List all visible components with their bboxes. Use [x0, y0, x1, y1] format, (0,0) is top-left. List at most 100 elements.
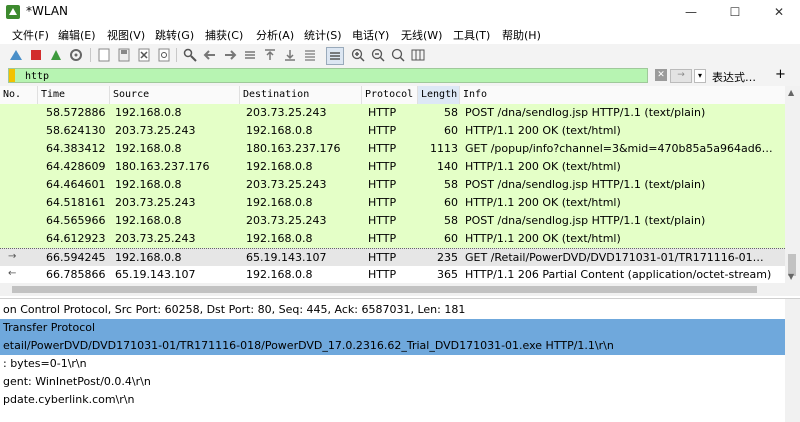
open-file-icon[interactable]	[96, 47, 112, 63]
find-packet-icon[interactable]	[182, 47, 198, 63]
cell-time: 64.428609	[46, 160, 106, 173]
column-header-time[interactable]: Time	[38, 86, 110, 104]
go-to-packet-icon[interactable]	[242, 47, 258, 63]
toolbar-separator	[176, 48, 177, 62]
column-header-info[interactable]: Info	[460, 86, 785, 104]
column-header-length[interactable]: Length	[418, 86, 460, 104]
table-row[interactable]: 64.428609 180.163.237.176 192.168.0.8 HTTP 1…	[0, 158, 785, 177]
menu-telephony[interactable]: 电话(Y)	[352, 27, 389, 43]
detail-tree-item[interactable]: pdate.cyberlink.com\r\n	[0, 391, 785, 409]
cell-length: 60	[444, 232, 458, 245]
detail-tree-item[interactable]: gent: WinInetPost/0.0.4\r\n	[0, 373, 785, 391]
cell-time: 64.612923	[46, 232, 106, 245]
cell-time: 64.518161	[46, 196, 106, 209]
detail-tree-item[interactable]: on Control Protocol, Src Port: 60258, Ds…	[0, 301, 785, 319]
save-file-icon[interactable]	[116, 47, 132, 63]
detail-tree-item[interactable]: : bytes=0-1\r\n	[0, 355, 785, 373]
table-row[interactable]: → 66.594245 192.168.0.8 65.19.143.107 HTTP 23…	[0, 248, 785, 268]
packet-list-scrollbar[interactable]: ▲ ▼	[785, 86, 800, 296]
menu-edit[interactable]: 编辑(E)	[58, 27, 96, 43]
cell-length: 60	[444, 196, 458, 209]
close-button[interactable]: ✕	[764, 2, 794, 22]
go-back-icon[interactable]	[202, 47, 218, 63]
menu-capture[interactable]: 捕获(C)	[205, 27, 243, 43]
packet-details-scrollbar[interactable]	[785, 299, 800, 422]
filter-bookmark-icon[interactable]	[9, 69, 15, 82]
display-filter-bar: http ✕ → ▾ 表达式… +	[0, 66, 800, 86]
cell-protocol: HTTP	[368, 178, 397, 191]
cell-protocol: HTTP	[368, 142, 397, 155]
table-row[interactable]: 64.565966 192.168.0.8 203.73.25.243 HTTP 58 P…	[0, 212, 785, 231]
cell-info: HTTP/1.1 200 OK (text/html)	[465, 124, 621, 137]
packet-list-hscrollbar[interactable]	[0, 283, 785, 296]
menu-file[interactable]: 文件(F)	[12, 27, 49, 43]
cell-source: 65.19.143.107	[115, 268, 196, 281]
table-row[interactable]: 58.624130 203.73.25.243 192.168.0.8 HTTP 60 H…	[0, 122, 785, 141]
cell-protocol: HTTP	[368, 251, 397, 264]
scroll-down-icon[interactable]: ▼	[788, 272, 794, 281]
table-row[interactable]: 64.612923 203.73.25.243 192.168.0.8 HTTP 60 H…	[0, 230, 785, 249]
auto-scroll-icon[interactable]	[302, 47, 318, 63]
close-file-icon[interactable]	[136, 47, 152, 63]
cell-source: 180.163.237.176	[115, 160, 210, 173]
apply-filter-button[interactable]: →	[670, 69, 692, 83]
cell-length: 60	[444, 124, 458, 137]
cell-source: 192.168.0.8	[115, 106, 182, 119]
table-row[interactable]: 64.518161 203.73.25.243 192.168.0.8 HTTP 60 H…	[0, 194, 785, 213]
minimize-button[interactable]: —	[676, 2, 706, 22]
column-header-protocol[interactable]: Protocol	[362, 86, 418, 104]
hscrollbar-thumb[interactable]	[12, 286, 757, 293]
column-header-destination[interactable]: Destination	[240, 86, 362, 104]
cell-destination: 192.168.0.8	[246, 124, 313, 137]
menu-bar: 文件(F) 编辑(E) 视图(V) 跳转(G) 捕获(C) 分析(A) 统计(S…	[0, 24, 800, 44]
cell-info: POST /dna/sendlog.jsp HTTP/1.1 (text/pla…	[465, 214, 706, 227]
zoom-out-icon[interactable]	[370, 47, 386, 63]
request-marker-icon: →	[8, 251, 17, 262]
shark-fin-start-icon[interactable]	[8, 47, 24, 63]
menu-statistics[interactable]: 统计(S)	[304, 27, 342, 43]
cell-time: 58.624130	[46, 124, 106, 137]
go-forward-icon[interactable]	[222, 47, 238, 63]
column-header-no[interactable]: No.	[0, 86, 38, 104]
cell-source: 192.168.0.8	[115, 251, 182, 264]
menu-help[interactable]: 帮助(H)	[502, 27, 541, 43]
filter-expression-button[interactable]: 表达式…	[712, 69, 756, 85]
cell-protocol: HTTP	[368, 232, 397, 245]
cell-destination: 192.168.0.8	[246, 232, 313, 245]
menu-tools[interactable]: 工具(T)	[453, 27, 490, 43]
add-filter-button[interactable]: +	[775, 67, 786, 82]
cell-time: 58.572886	[46, 106, 106, 119]
column-header-source[interactable]: Source	[110, 86, 240, 104]
zoom-in-icon[interactable]	[350, 47, 366, 63]
cell-time: 66.785866	[46, 268, 106, 281]
cell-length: 365	[437, 268, 458, 281]
reload-file-icon[interactable]	[156, 47, 172, 63]
maximize-button[interactable]: ☐	[720, 2, 750, 22]
main-toolbar	[0, 44, 800, 67]
stop-capture-icon[interactable]	[28, 47, 44, 63]
menu-go[interactable]: 跳转(G)	[155, 27, 194, 43]
table-row[interactable]: 64.464601 192.168.0.8 203.73.25.243 HTTP 58 P…	[0, 176, 785, 195]
table-row[interactable]: 58.572886 192.168.0.8 203.73.25.243 HTTP 58 P…	[0, 104, 785, 123]
menu-wireless[interactable]: 无线(W)	[401, 27, 442, 43]
detail-tree-item[interactable]: Transfer Protocol	[0, 319, 785, 337]
scroll-up-icon[interactable]: ▲	[788, 88, 794, 97]
wireshark-logo-icon	[6, 5, 20, 19]
cell-info: GET /Retail/PowerDVD/DVD171031-01/TR1711…	[465, 251, 764, 264]
capture-options-icon[interactable]	[68, 47, 84, 63]
colorize-icon[interactable]	[326, 47, 344, 65]
last-packet-icon[interactable]	[282, 47, 298, 63]
cell-info: POST /dna/sendlog.jsp HTTP/1.1 (text/pla…	[465, 106, 706, 119]
restart-capture-icon[interactable]	[48, 47, 64, 63]
filter-history-dropdown[interactable]: ▾	[694, 69, 706, 83]
detail-tree-item[interactable]: etail/PowerDVD/DVD171031-01/TR171116-018…	[0, 337, 785, 355]
clear-filter-icon[interactable]: ✕	[655, 69, 667, 81]
menu-analyze[interactable]: 分析(A)	[256, 27, 294, 43]
display-filter-input[interactable]: http	[8, 68, 648, 83]
cell-protocol: HTTP	[368, 160, 397, 173]
menu-view[interactable]: 视图(V)	[107, 27, 145, 43]
first-packet-icon[interactable]	[262, 47, 278, 63]
resize-columns-icon[interactable]	[410, 47, 426, 63]
table-row[interactable]: 64.383412 192.168.0.8 180.163.237.176 HTTP 1…	[0, 140, 785, 159]
zoom-reset-icon[interactable]	[390, 47, 406, 63]
